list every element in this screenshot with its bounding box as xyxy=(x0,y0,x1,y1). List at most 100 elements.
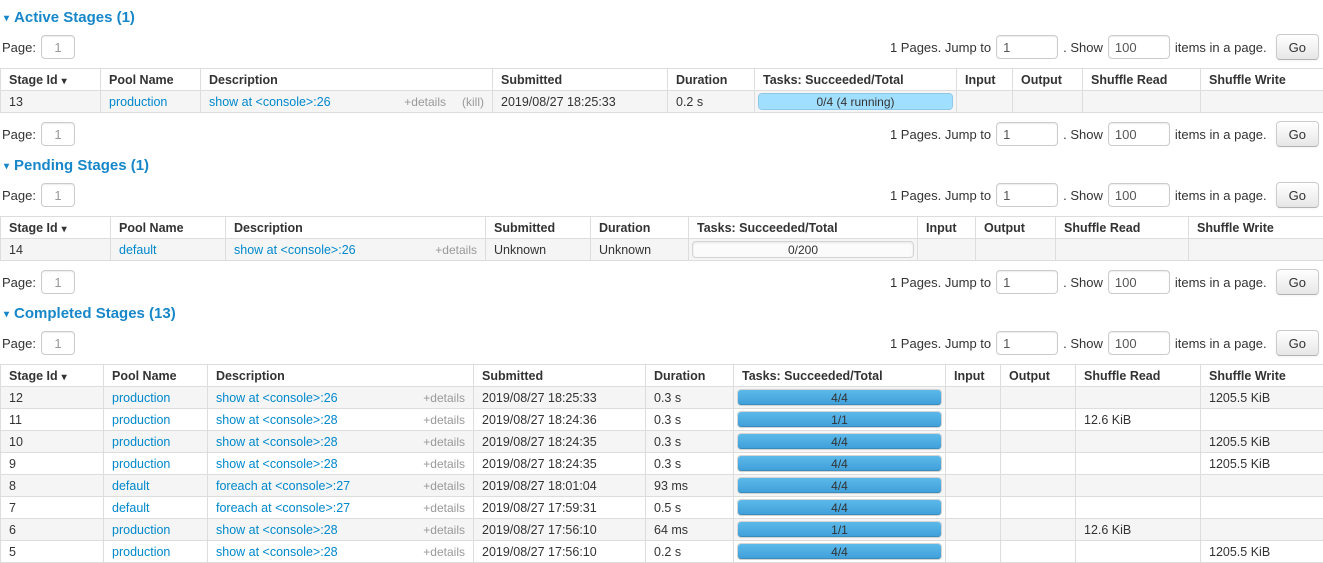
col-header-shuffle-read[interactable]: Shuffle Read xyxy=(1083,69,1201,91)
pool-name-link[interactable]: production xyxy=(112,391,170,405)
details-toggle[interactable]: +details xyxy=(423,479,465,493)
go-button[interactable]: Go xyxy=(1276,182,1319,208)
col-header-tasks-succeeded-total[interactable]: Tasks: Succeeded/Total xyxy=(755,69,957,91)
col-header-shuffle-read[interactable]: Shuffle Read xyxy=(1056,217,1189,239)
pagination-row: Page: 1 Pages. Jump to . Show items in a… xyxy=(2,268,1321,296)
show-count-input[interactable] xyxy=(1108,270,1170,294)
page-number-input[interactable] xyxy=(41,183,75,207)
go-button[interactable]: Go xyxy=(1276,121,1319,147)
section-header-completed-stages[interactable]: ▾ Completed Stages (13) xyxy=(4,305,1323,322)
details-toggle[interactable]: +details xyxy=(423,391,465,405)
col-header-duration[interactable]: Duration xyxy=(668,69,755,91)
col-header-shuffle-read[interactable]: Shuffle Read xyxy=(1076,365,1201,387)
details-toggle[interactable]: +details xyxy=(423,457,465,471)
jump-to-input[interactable] xyxy=(996,183,1058,207)
output-cell xyxy=(1001,453,1076,475)
section-title: Completed Stages (13) xyxy=(14,305,176,322)
col-header-pool-name[interactable]: Pool Name xyxy=(111,217,226,239)
description-cell: show at <console>:26+details xyxy=(208,387,474,409)
section-header-active-stages[interactable]: ▾ Active Stages (1) xyxy=(4,9,1323,26)
pool-name-link[interactable]: production xyxy=(112,523,170,537)
col-header-pool-name[interactable]: Pool Name xyxy=(101,69,201,91)
description-link[interactable]: show at <console>:28 xyxy=(216,545,423,559)
jump-to-input[interactable] xyxy=(996,331,1058,355)
description-link[interactable]: foreach at <console>:27 xyxy=(216,501,423,515)
col-header-submitted[interactable]: Submitted xyxy=(486,217,591,239)
col-header-stage-id[interactable]: Stage Id▾ xyxy=(1,69,101,91)
col-header-description[interactable]: Description xyxy=(201,69,493,91)
page-number-input[interactable] xyxy=(41,331,75,355)
col-header-pool-name[interactable]: Pool Name xyxy=(104,365,208,387)
completed-stages-section: ▾ Completed Stages (13) Page: 1 Pages. J… xyxy=(0,305,1323,563)
col-header-output[interactable]: Output xyxy=(1001,365,1076,387)
tasks-progress-label: 4/4 xyxy=(738,500,941,517)
description-link[interactable]: foreach at <console>:27 xyxy=(216,479,423,493)
input-cell xyxy=(946,541,1001,563)
tasks-progress-label: 1/1 xyxy=(738,522,941,539)
show-label: . Show xyxy=(1063,336,1103,351)
details-toggle[interactable]: +details xyxy=(404,95,446,109)
pool-name-link[interactable]: production xyxy=(112,457,170,471)
kill-link[interactable]: (kill) xyxy=(462,95,484,109)
tasks-progress-bar: 4/4 xyxy=(737,455,942,472)
go-button[interactable]: Go xyxy=(1276,34,1319,60)
jump-to-input[interactable] xyxy=(996,270,1058,294)
page-number-input[interactable] xyxy=(41,35,75,59)
description-link[interactable]: show at <console>:26 xyxy=(234,243,435,257)
pool-name-link[interactable]: production xyxy=(112,545,170,559)
page-number-input[interactable] xyxy=(41,270,75,294)
col-header-tasks-succeeded-total[interactable]: Tasks: Succeeded/Total xyxy=(689,217,918,239)
details-toggle[interactable]: +details xyxy=(423,501,465,515)
collapse-arrow-icon: ▾ xyxy=(4,161,9,172)
col-header-input[interactable]: Input xyxy=(946,365,1001,387)
col-header-description[interactable]: Description xyxy=(208,365,474,387)
go-button[interactable]: Go xyxy=(1276,330,1319,356)
col-header-description[interactable]: Description xyxy=(226,217,486,239)
section-header-pending-stages[interactable]: ▾ Pending Stages (1) xyxy=(4,157,1323,174)
details-toggle[interactable]: +details xyxy=(423,545,465,559)
input-cell xyxy=(918,239,976,261)
pool-name-link[interactable]: production xyxy=(112,413,170,427)
col-header-duration[interactable]: Duration xyxy=(591,217,689,239)
col-header-shuffle-write[interactable]: Shuffle Write xyxy=(1189,217,1323,239)
pool-name-link[interactable]: production xyxy=(112,435,170,449)
pool-name-link[interactable]: production xyxy=(109,95,167,109)
description-link[interactable]: show at <console>:28 xyxy=(216,435,423,449)
sort-desc-icon: ▾ xyxy=(62,76,67,87)
description-link[interactable]: show at <console>:28 xyxy=(216,413,423,427)
col-header-shuffle-write[interactable]: Shuffle Write xyxy=(1201,69,1323,91)
show-count-input[interactable] xyxy=(1108,183,1170,207)
col-header-stage-id[interactable]: Stage Id▾ xyxy=(1,365,104,387)
description-link[interactable]: show at <console>:26 xyxy=(209,95,404,109)
pool-name-link[interactable]: default xyxy=(112,501,150,515)
details-toggle[interactable]: +details xyxy=(423,435,465,449)
show-count-input[interactable] xyxy=(1108,122,1170,146)
col-header-shuffle-write[interactable]: Shuffle Write xyxy=(1201,365,1323,387)
col-header-input[interactable]: Input xyxy=(957,69,1013,91)
pool-name-link[interactable]: default xyxy=(112,479,150,493)
description-link[interactable]: show at <console>:28 xyxy=(216,457,423,471)
description-link[interactable]: show at <console>:28 xyxy=(216,523,423,537)
details-toggle[interactable]: +details xyxy=(423,523,465,537)
col-header-stage-id[interactable]: Stage Id▾ xyxy=(1,217,111,239)
pool-name-link[interactable]: default xyxy=(119,243,157,257)
output-cell xyxy=(1001,431,1076,453)
col-header-output[interactable]: Output xyxy=(976,217,1056,239)
col-header-submitted[interactable]: Submitted xyxy=(493,69,668,91)
jump-to-input[interactable] xyxy=(996,122,1058,146)
col-header-input[interactable]: Input xyxy=(918,217,976,239)
col-header-tasks-succeeded-total[interactable]: Tasks: Succeeded/Total xyxy=(734,365,946,387)
col-header-submitted[interactable]: Submitted xyxy=(474,365,646,387)
go-button[interactable]: Go xyxy=(1276,269,1319,295)
page-number-input[interactable] xyxy=(41,122,75,146)
details-toggle[interactable]: +details xyxy=(423,413,465,427)
col-header-output[interactable]: Output xyxy=(1013,69,1083,91)
output-cell xyxy=(1001,519,1076,541)
show-count-input[interactable] xyxy=(1108,331,1170,355)
description-link[interactable]: show at <console>:26 xyxy=(216,391,423,405)
stage-row: 9productionshow at <console>:28+details2… xyxy=(1,453,1323,475)
jump-to-input[interactable] xyxy=(996,35,1058,59)
details-toggle[interactable]: +details xyxy=(435,243,477,257)
show-count-input[interactable] xyxy=(1108,35,1170,59)
col-header-duration[interactable]: Duration xyxy=(646,365,734,387)
